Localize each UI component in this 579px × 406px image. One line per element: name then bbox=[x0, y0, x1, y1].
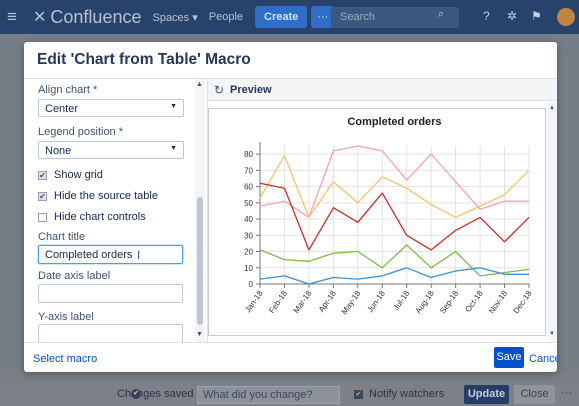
y-tick-label: 80 bbox=[244, 150, 253, 159]
settings-icon[interactable]: ✲ bbox=[507, 9, 517, 23]
footer-divider bbox=[24, 342, 557, 343]
notify-watchers-checkbox[interactable]: ✔ Notify watchers bbox=[354, 388, 444, 400]
hide-source-label: Hide the source table bbox=[54, 190, 158, 202]
changes-saved-text: Changes saved bbox=[117, 388, 194, 400]
scroll-up-icon[interactable]: ▲ bbox=[196, 81, 203, 88]
confluence-logo[interactable]: ✕ Confluence bbox=[33, 7, 141, 28]
chart-title: Completed orders bbox=[347, 116, 441, 128]
nav-spaces-label: Spaces bbox=[152, 11, 190, 24]
show-grid-label: Show grid bbox=[54, 169, 103, 181]
preview-header: ↻ Preview bbox=[208, 79, 557, 101]
save-button[interactable]: Save bbox=[494, 347, 524, 368]
dialog-title: Edit 'Chart from Table' Macro bbox=[37, 51, 251, 68]
checkbox-checked-icon: ✔ bbox=[38, 191, 47, 201]
x-tick-label: Sep-18 bbox=[438, 289, 460, 316]
preview-scrollbar[interactable]: ▲ ▼ bbox=[548, 102, 557, 342]
chart-title-label: Chart title bbox=[38, 231, 86, 243]
scrollbar-thumb[interactable] bbox=[197, 197, 203, 325]
x-tick-label: Jun-18 bbox=[366, 289, 388, 315]
change-comment-input[interactable]: What did you change? bbox=[197, 386, 340, 404]
y-tick-label: 30 bbox=[244, 231, 253, 240]
close-button[interactable]: Close bbox=[514, 385, 555, 404]
x-tick-label: Mar-18 bbox=[292, 289, 314, 315]
preview-label: Preview bbox=[230, 84, 272, 96]
x-tick-label: Nov-18 bbox=[487, 289, 509, 316]
help-icon[interactable]: ? bbox=[483, 9, 490, 23]
chart-title-value: Completed orders bbox=[45, 249, 133, 261]
app-switcher-icon[interactable]: ≡ bbox=[7, 7, 29, 27]
chart-title-input[interactable]: Completed orders I bbox=[38, 245, 183, 264]
x-tick-label: Apr-18 bbox=[317, 289, 338, 314]
x-tick-label: Jul-18 bbox=[391, 289, 411, 312]
chart-container: Completed orders 0 10 20 30 40 50 60 70 80 Jan-18 F… bbox=[208, 108, 546, 336]
select-macro-link[interactable]: Select macro bbox=[33, 353, 97, 365]
scroll-down-icon[interactable]: ▼ bbox=[196, 331, 203, 338]
avatar[interactable] bbox=[557, 8, 575, 26]
notify-watchers-label: Notify watchers bbox=[369, 388, 445, 400]
series-line-5 bbox=[259, 267, 529, 285]
hide-source-checkbox[interactable]: ✔ Hide the source table bbox=[38, 190, 158, 202]
check-circle-icon: ✔ bbox=[131, 389, 141, 399]
x-tick-label: Feb-18 bbox=[267, 289, 289, 315]
checkbox-unchecked-icon bbox=[38, 212, 47, 222]
page-strip bbox=[0, 371, 579, 383]
date-axis-label: Date axis label bbox=[38, 270, 111, 282]
logo-text: Confluence bbox=[50, 6, 142, 27]
y-tick-label: 40 bbox=[244, 215, 253, 224]
hide-controls-checkbox[interactable]: Hide chart controls bbox=[38, 211, 146, 223]
x-tick-label: Jan-18 bbox=[243, 289, 265, 315]
chart: Completed orders 0 10 20 30 40 50 60 70 80 Jan-18 F… bbox=[243, 116, 534, 316]
show-grid-checkbox[interactable]: ✔ Show grid bbox=[38, 169, 103, 181]
hide-controls-label: Hide chart controls bbox=[54, 211, 146, 223]
preview-pane: Completed orders 0 10 20 30 40 50 60 70 80 Jan-18 F… bbox=[208, 102, 557, 342]
y-tick-label: 20 bbox=[244, 248, 253, 257]
series-line-1 bbox=[259, 145, 529, 219]
search-icon[interactable]: ⌕ bbox=[438, 8, 444, 21]
x-tick-label: Oct-18 bbox=[464, 289, 485, 314]
scroll-down-icon[interactable]: ▼ bbox=[549, 331, 555, 337]
chevron-down-icon: ▼ bbox=[170, 145, 177, 152]
nav-spaces[interactable]: Spaces ▾ bbox=[152, 11, 197, 24]
confluence-mark-icon: ✕ bbox=[33, 9, 47, 26]
legend-position-select[interactable]: None ▼ bbox=[38, 141, 184, 159]
x-tick-label: Dec-18 bbox=[511, 289, 533, 316]
text-cursor-icon: I bbox=[137, 248, 141, 262]
align-chart-label: Align chart * bbox=[38, 84, 98, 96]
create-button[interactable]: Create bbox=[255, 6, 308, 28]
update-button[interactable]: Update bbox=[464, 385, 509, 404]
y-tick-label: 50 bbox=[244, 199, 253, 208]
top-navigation: ≡ ✕ Confluence Spaces ▾ People Create ··… bbox=[0, 0, 579, 34]
cancel-button[interactable]: Cancel bbox=[529, 353, 557, 365]
legend-position-value: None bbox=[45, 145, 72, 157]
more-options-icon[interactable]: ··· bbox=[561, 387, 572, 399]
legend-position-label: Legend position * bbox=[38, 126, 124, 138]
notifications-icon[interactable]: ⚑ bbox=[531, 9, 542, 23]
y-tick-label: 60 bbox=[244, 183, 253, 192]
form-scrollbar[interactable]: ▲ ▼ bbox=[195, 79, 205, 342]
y-tick-label: 70 bbox=[244, 166, 253, 175]
y-tick-label: 10 bbox=[244, 264, 253, 273]
nav-people[interactable]: People bbox=[209, 11, 243, 23]
editor-bottom-bar: ✔ Changes saved What did you change? ✔ N… bbox=[0, 383, 579, 406]
series-line-3 bbox=[259, 182, 530, 251]
x-tick-label: Aug-18 bbox=[414, 289, 436, 316]
scroll-up-icon[interactable]: ▲ bbox=[549, 105, 555, 111]
x-tick-label: May-18 bbox=[340, 289, 363, 316]
align-chart-select[interactable]: Center ▼ bbox=[38, 99, 184, 117]
checkbox-checked-icon: ✔ bbox=[354, 389, 363, 399]
changes-saved-status: ✔ Changes saved bbox=[117, 388, 193, 400]
checkbox-checked-icon: ✔ bbox=[38, 170, 47, 180]
align-chart-value: Center bbox=[45, 103, 79, 115]
y-axis-label: Y-axis label bbox=[38, 311, 94, 323]
refresh-icon[interactable]: ↻ bbox=[214, 83, 224, 97]
date-axis-input[interactable] bbox=[38, 284, 183, 303]
macro-dialog: Edit 'Chart from Table' Macro Align char… bbox=[24, 42, 557, 372]
macro-form: Align chart * Center ▼ Legend position *… bbox=[24, 79, 207, 342]
y-axis-input[interactable] bbox=[38, 324, 183, 342]
chevron-down-icon: ▼ bbox=[170, 103, 177, 110]
y-tick-label: 0 bbox=[249, 280, 254, 289]
